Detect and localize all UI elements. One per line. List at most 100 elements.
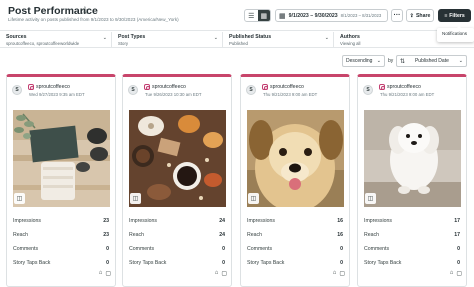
metric-value: 0 — [457, 246, 460, 252]
metric-value: 0 — [340, 260, 343, 266]
filter-icon: ≡ — [444, 12, 448, 19]
instagram-icon — [379, 84, 385, 90]
grid-view-icon[interactable]: ▦ — [257, 10, 270, 21]
camera-icon: ◫ — [365, 193, 376, 204]
filter-value: Viewing all — [340, 41, 361, 46]
post-image[interactable]: ◫ — [129, 110, 226, 207]
filter-sources[interactable]: Sources sproutcoffeeco, sproutcoffeeworl… — [0, 32, 111, 48]
filters-button[interactable]: ≡ Filters — [438, 9, 471, 22]
metric-story-taps-back: Story Taps Back 0 — [364, 260, 460, 270]
list-view-icon[interactable]: ☰ — [245, 10, 258, 21]
page-subtitle: Lifetime activity on posts published fro… — [8, 17, 179, 22]
tag-icon[interactable]: ⌂ — [99, 270, 103, 277]
metric-comments: Comments 0 — [129, 246, 225, 256]
share-button[interactable]: ⇪ Share — [406, 9, 434, 22]
metric-label: Reach — [129, 232, 144, 238]
camera-icon: ◫ — [14, 193, 25, 204]
post-card[interactable]: S sproutcoffeeco Thu 9/21/2023 9:00 am E… — [240, 74, 350, 287]
calendar-icon: ▦ — [279, 12, 286, 20]
post-image[interactable]: ◫ — [364, 110, 461, 207]
metric-label: Reach — [364, 232, 379, 238]
filter-label: Authors — [340, 34, 360, 40]
tag-icon[interactable]: ⌂ — [333, 270, 337, 277]
filter-value: sproutcoffeeco, sproutcoffeeworldwide — [6, 41, 80, 46]
sort-order-select[interactable]: Descending ⌄ — [342, 55, 385, 67]
post-card[interactable]: S sproutcoffeeco Wed 9/27/2023 9:35 am E… — [6, 74, 116, 287]
metric-value: 23 — [103, 218, 109, 224]
sort-icon: ⇅ — [400, 58, 406, 65]
metric-label: Comments — [247, 246, 273, 252]
notifications-tooltip: Notifications — [437, 28, 474, 42]
published-time: Thu 9/21/2023 9:00 am EDT — [263, 92, 318, 97]
more-icon[interactable]: ··· — [391, 9, 403, 22]
instagram-icon — [28, 84, 34, 90]
tag-icon[interactable]: ⌂ — [450, 270, 454, 277]
account-name: sproutcoffeeco — [152, 84, 186, 90]
metric-comments: Comments 0 — [13, 246, 109, 256]
filters-label: Filters — [449, 12, 465, 19]
tag-icon[interactable]: ⌂ — [215, 270, 219, 277]
metric-value: 0 — [106, 246, 109, 252]
metric-reach: Reach 17 — [364, 232, 460, 242]
view-toggle[interactable]: ☰ ▦ — [244, 9, 271, 22]
metric-value: 0 — [222, 246, 225, 252]
metric-label: Story Taps Back — [364, 260, 402, 266]
metric-value: 17 — [454, 218, 460, 224]
avatar: S — [246, 85, 256, 95]
metric-label: Comments — [364, 246, 390, 252]
metric-story-taps-back: Story Taps Back 0 — [247, 260, 343, 270]
published-time: Tue 9/26/2023 10:30 am EDT — [145, 92, 202, 97]
filter-published-status[interactable]: Published Status Published ⌄ — [222, 32, 333, 48]
comment-icon[interactable]: ▢ — [456, 270, 462, 277]
filter-value: Story — [118, 41, 129, 46]
metric-value: 17 — [454, 232, 460, 238]
share-icon: ⇪ — [409, 12, 414, 19]
metric-value: 24 — [219, 218, 225, 224]
account-name: sproutcoffeeco — [387, 84, 421, 90]
filter-post-types[interactable]: Post Types Story ⌄ — [111, 32, 222, 48]
post-card[interactable]: S sproutcoffeeco Tue 9/26/2023 10:30 am … — [122, 74, 232, 287]
card-actions: ⌂ ▢ — [215, 270, 227, 277]
metric-label: Impressions — [13, 218, 41, 224]
metric-label: Comments — [13, 246, 39, 252]
metric-label: Comments — [129, 246, 155, 252]
metric-label: Reach — [13, 232, 28, 238]
sort-field-select[interactable]: ⇅ Published Date ⌄ — [396, 55, 467, 67]
metric-value: 0 — [222, 260, 225, 266]
post-image[interactable]: ◫ — [247, 110, 344, 207]
avatar: S — [128, 85, 138, 95]
metric-value: 0 — [457, 260, 460, 266]
comment-icon[interactable]: ▢ — [221, 270, 227, 277]
filter-bar: Sources sproutcoffeeco, sproutcoffeeworl… — [0, 30, 474, 48]
metric-label: Impressions — [364, 218, 392, 224]
chevron-down-icon: ⌄ — [324, 35, 329, 41]
filter-label: Published Status — [229, 34, 272, 40]
tooltip-arrow — [456, 26, 462, 29]
star-icon[interactable]: ☆ — [80, 4, 90, 17]
metric-value: 24 — [219, 232, 225, 238]
avatar: S — [363, 85, 373, 95]
post-card[interactable]: S sproutcoffeeco Thu 9/21/2023 9:00 am E… — [357, 74, 467, 287]
chevron-down-icon: ⌄ — [458, 58, 463, 64]
post-image[interactable]: ◫ — [13, 110, 110, 207]
published-time: Thu 9/21/2023 9:00 am EDT — [380, 92, 435, 97]
card-actions: ⌂ ▢ — [99, 270, 111, 277]
published-time: Wed 9/27/2023 9:35 am EDT — [29, 92, 85, 97]
filter-label: Post Types — [118, 34, 146, 40]
metric-reach: Reach 23 — [13, 232, 109, 242]
metric-label: Impressions — [129, 218, 157, 224]
chevron-down-icon: ⌄ — [213, 35, 218, 41]
metric-impressions: Impressions 17 — [364, 218, 460, 228]
date-range-picker[interactable]: ▦ 9/1/2023 – 9/30/2023 8/1/2023 – 8/31/2… — [275, 9, 388, 22]
metric-impressions: Impressions 23 — [13, 218, 109, 228]
metric-story-taps-back: Story Taps Back 0 — [129, 260, 225, 270]
comment-icon[interactable]: ▢ — [339, 270, 345, 277]
chevron-down-icon: ⌄ — [102, 35, 107, 41]
report-header: Post Performance ☆ Lifetime activity on … — [0, 0, 474, 30]
comment-icon[interactable]: ▢ — [105, 270, 111, 277]
metric-reach: Reach 16 — [247, 232, 343, 242]
camera-icon: ◫ — [248, 193, 259, 204]
metric-impressions: Impressions 16 — [247, 218, 343, 228]
date-range: 9/1/2023 – 9/30/2023 — [288, 12, 338, 19]
sort-order-value: Descending — [346, 58, 373, 64]
